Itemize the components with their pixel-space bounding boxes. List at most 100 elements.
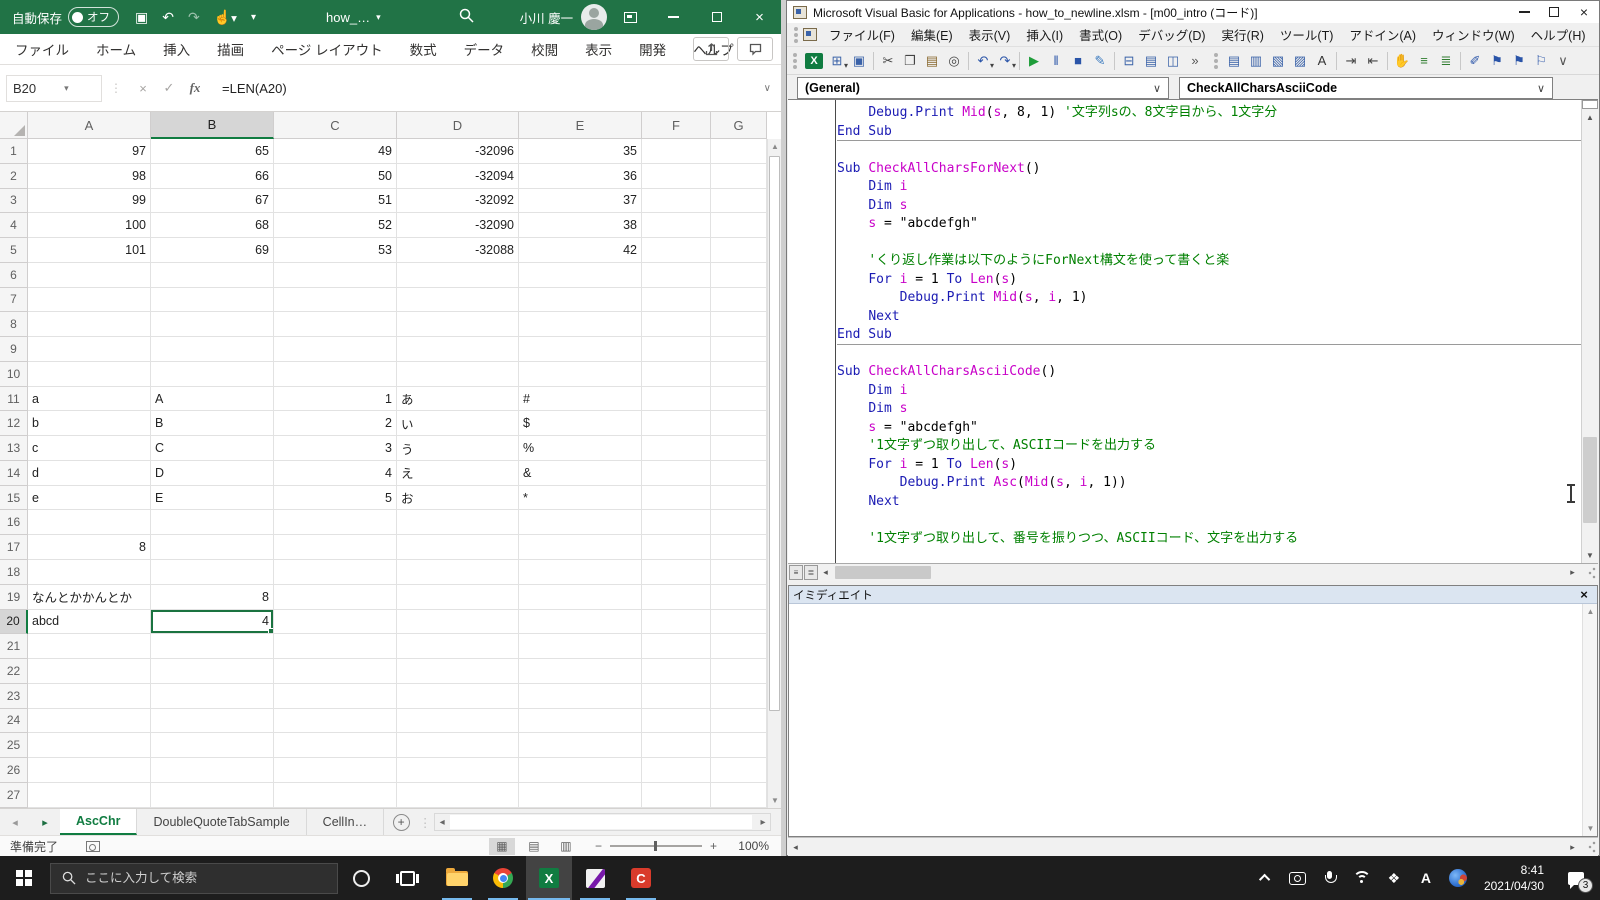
cell-A21[interactable] [28,634,151,659]
formula-input[interactable]: =LEN(A20) [222,81,287,96]
cell-A15[interactable]: e [28,486,151,511]
cell-F6[interactable] [642,263,711,288]
cell-A5[interactable]: 101 [28,238,151,263]
hscroll-right-icon[interactable]: ▸ [756,814,770,830]
vba-minimize-button[interactable] [1509,2,1539,22]
cell-G6[interactable] [711,263,767,288]
code-editor[interactable]: Debug.Print Mid(s, 8, 1) '文字列sの、8文字目から、1… [837,104,1581,548]
sheet-tab-CellIn…[interactable]: CellIn… [307,809,384,835]
cell-D21[interactable] [397,634,519,659]
column-header-C[interactable]: C [274,112,397,139]
sheet-nav-left-icon[interactable]: ◂ [0,809,30,835]
cell-E12[interactable]: $ [519,411,642,436]
cell-B4[interactable]: 68 [151,213,274,238]
cell-B3[interactable]: 67 [151,189,274,214]
cell-A3[interactable]: 99 [28,189,151,214]
cell-E20[interactable] [519,610,642,635]
search-input[interactable] [85,871,305,885]
zoom-level[interactable]: 100% [731,839,769,853]
cell-C2[interactable]: 50 [274,164,397,189]
close-button[interactable]: × [738,0,781,34]
cell-E1[interactable]: 35 [519,139,642,164]
cell-D19[interactable] [397,585,519,610]
user-account[interactable]: 小川 慶一 [520,4,607,30]
document-title[interactable]: how_… ▾ [326,10,381,25]
copy-icon[interactable]: ❐ [899,51,921,71]
cell-B15[interactable]: E [151,486,274,511]
save-icon[interactable]: ▣ [848,51,870,71]
cell-A17[interactable]: 8 [28,535,151,560]
ribbon-tab-ファイル[interactable]: ファイル [15,39,69,59]
edit-toolbar-grip[interactable] [1214,53,1219,69]
cell-B11[interactable]: A [151,387,274,412]
cell-F18[interactable] [642,560,711,585]
cell-D15[interactable]: お [397,486,519,511]
ribbon-tab-開発[interactable]: 開発 [639,39,666,59]
cell-G10[interactable] [711,362,767,387]
cell-E4[interactable]: 38 [519,213,642,238]
cell-B8[interactable] [151,312,274,337]
cell-C9[interactable] [274,337,397,362]
start-button[interactable] [0,856,48,900]
project-explorer-icon[interactable]: ⊟ [1118,51,1140,71]
new-sheet-icon[interactable]: + [393,814,410,831]
cell-C14[interactable]: 4 [274,461,397,486]
paste-icon[interactable]: ▤ [921,51,943,71]
vba-menu-アドイン(A)[interactable]: アドイン(A) [1341,23,1424,46]
code-hscroll-left-icon[interactable]: ◂ [818,565,833,581]
toggle-bookmark-icon[interactable]: ✐ [1464,51,1486,71]
cell-F24[interactable] [642,709,711,734]
vba-hscroll-left-icon[interactable]: ◂ [788,839,803,855]
cell-G14[interactable] [711,461,767,486]
ribbon-tab-挿入[interactable]: 挿入 [163,39,190,59]
immediate-window-body[interactable]: ▲ ▼ [789,604,1597,836]
cell-C20[interactable] [274,610,397,635]
cell-E14[interactable]: & [519,461,642,486]
row-header-4[interactable]: 4 [0,213,28,238]
cell-C25[interactable] [274,733,397,758]
cell-G19[interactable] [711,585,767,610]
cell-E17[interactable] [519,535,642,560]
cell-B22[interactable] [151,659,274,684]
cell-G24[interactable] [711,709,767,734]
cell-G23[interactable] [711,684,767,709]
edit-overflow-icon[interactable]: ∨ [1552,51,1574,71]
cell-E10[interactable] [519,362,642,387]
cell-C19[interactable] [274,585,397,610]
cell-D12[interactable]: い [397,411,519,436]
undo-icon[interactable]: ↶ [162,9,174,26]
cell-A22[interactable] [28,659,151,684]
code-hscroll-thumb[interactable] [835,566,931,579]
row-header-24[interactable]: 24 [0,709,28,734]
cell-C1[interactable]: 49 [274,139,397,164]
normal-view-icon[interactable]: ▦ [489,838,515,855]
cell-E16[interactable] [519,510,642,535]
page-break-view-icon[interactable]: ▥ [553,838,579,855]
code-vertical-scrollbar[interactable]: ▲ ▼ [1581,100,1598,563]
zoom-in-icon[interactable]: + [710,839,717,853]
cell-E6[interactable] [519,263,642,288]
cell-B20[interactable]: 4 [151,610,274,635]
zoom-slider-thumb[interactable] [654,841,657,851]
sheet-tab-DoubleQuoteTabSample[interactable]: DoubleQuoteTabSample [137,809,306,835]
clear-bookmarks-icon[interactable]: ⚐ [1530,51,1552,71]
cell-D24[interactable] [397,709,519,734]
cell-G2[interactable] [711,164,767,189]
vba-resize-grip[interactable] [1582,839,1598,855]
standard-toolbar-grip[interactable] [793,53,798,69]
cell-E11[interactable]: # [519,387,642,412]
cell-F15[interactable] [642,486,711,511]
autosave-toggle[interactable]: 自動保存 オフ [12,7,119,27]
row-header-22[interactable]: 22 [0,659,28,684]
ribbon-tab-表示[interactable]: 表示 [585,39,612,59]
uncomment-block-icon[interactable]: ≣ [1435,51,1457,71]
complete-word-icon[interactable]: A [1311,51,1333,71]
cell-C27[interactable] [274,783,397,808]
cell-D25[interactable] [397,733,519,758]
vba-menu-挿入(I)[interactable]: 挿入(I) [1018,23,1071,46]
cell-G5[interactable] [711,238,767,263]
cell-D8[interactable] [397,312,519,337]
row-header-17[interactable]: 17 [0,535,28,560]
cell-D7[interactable] [397,288,519,313]
cell-G26[interactable] [711,758,767,783]
